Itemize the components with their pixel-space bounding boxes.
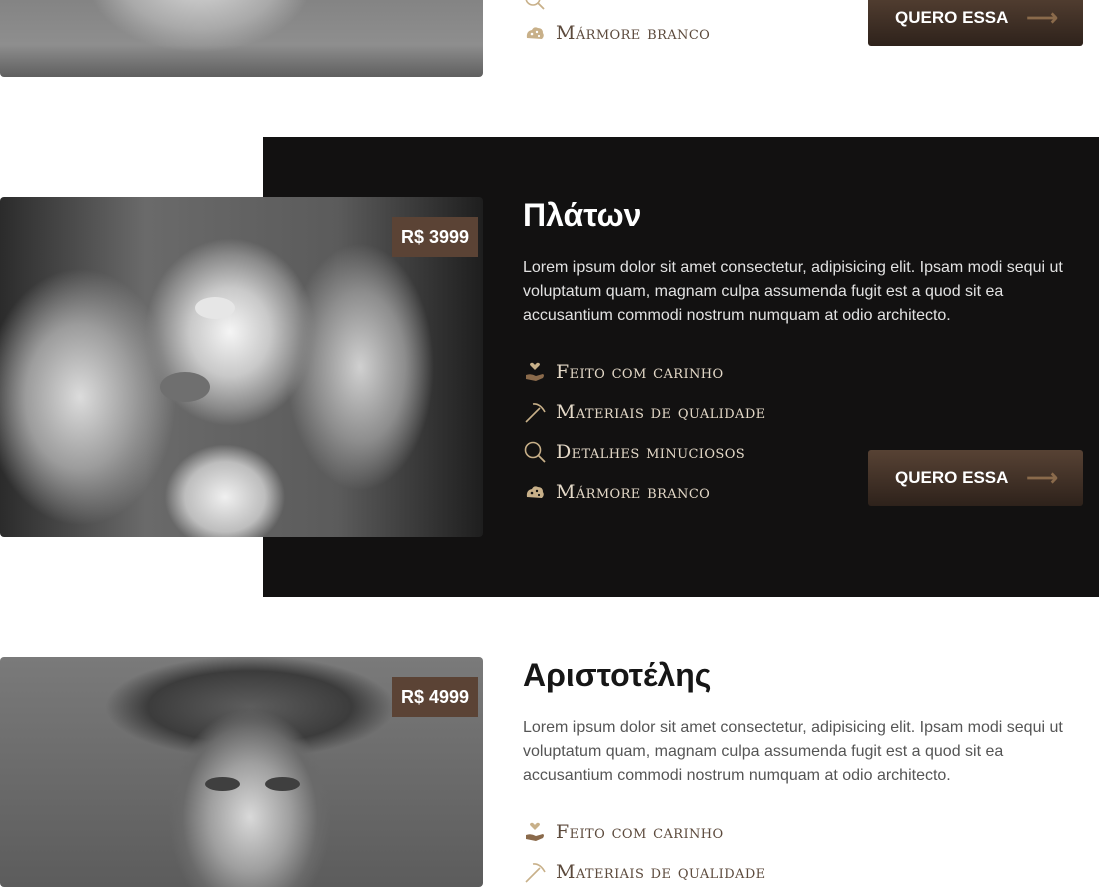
hand-heart-icon bbox=[523, 820, 547, 844]
feature-item: Materiais de qualidade bbox=[523, 392, 766, 432]
arrow-right-icon: ⟶ bbox=[1026, 5, 1058, 30]
product-description: Lorem ipsum dolor sit amet consectetur, … bbox=[523, 259, 1063, 324]
marble-icon bbox=[523, 480, 547, 504]
buy-button-label: QUERO ESSA bbox=[895, 468, 1009, 487]
feature-label: Feito com carinho bbox=[556, 821, 724, 843]
price-badge: R$ 4999 bbox=[392, 677, 479, 717]
product-description: Lorem ipsum dolor sit amet consectetur, … bbox=[523, 719, 1063, 784]
feature-list: Feito com carinho Materiais de qualidade bbox=[523, 812, 766, 892]
marble-icon bbox=[523, 21, 547, 45]
feature-item: Mármore branco bbox=[523, 472, 766, 512]
feature-label: Materiais de qualidade bbox=[556, 861, 766, 883]
feature-item: Mármore branco bbox=[523, 13, 710, 53]
pickaxe-icon bbox=[523, 860, 547, 884]
buy-button-label: QUERO ESSA bbox=[895, 8, 1009, 27]
product-title: Πλάτων bbox=[523, 197, 642, 233]
feature-label: Feito com carinho bbox=[556, 361, 724, 383]
magnifier-icon bbox=[523, 440, 547, 464]
feature-label: Detalhes minuciosos bbox=[556, 441, 746, 463]
arrow-right-icon: ⟶ bbox=[1026, 465, 1058, 490]
feature-label: Materiais de qualidade bbox=[556, 401, 766, 423]
hand-heart-icon bbox=[523, 360, 547, 384]
buy-button[interactable]: QUERO ESSA ⟶ bbox=[868, 450, 1083, 506]
product-photo-statue bbox=[0, 0, 483, 77]
feature-label: Mármore branco bbox=[556, 481, 711, 503]
feature-item: Feito com carinho bbox=[523, 352, 766, 392]
price-badge: R$ 3999 bbox=[392, 217, 479, 257]
feature-item: Feito com carinho bbox=[523, 812, 766, 852]
feature-item: Materiais de qualidade bbox=[523, 852, 766, 892]
feature-label: Mármore branco bbox=[556, 22, 711, 44]
feature-list: Feito com carinho Materiais de qualidade… bbox=[523, 352, 766, 512]
product-title: Αριστοτέλης bbox=[523, 657, 712, 693]
feature-item: Detalhes minuciosos bbox=[523, 432, 766, 472]
buy-button[interactable]: QUERO ESSA ⟶ bbox=[868, 0, 1083, 46]
pickaxe-icon bbox=[523, 400, 547, 424]
